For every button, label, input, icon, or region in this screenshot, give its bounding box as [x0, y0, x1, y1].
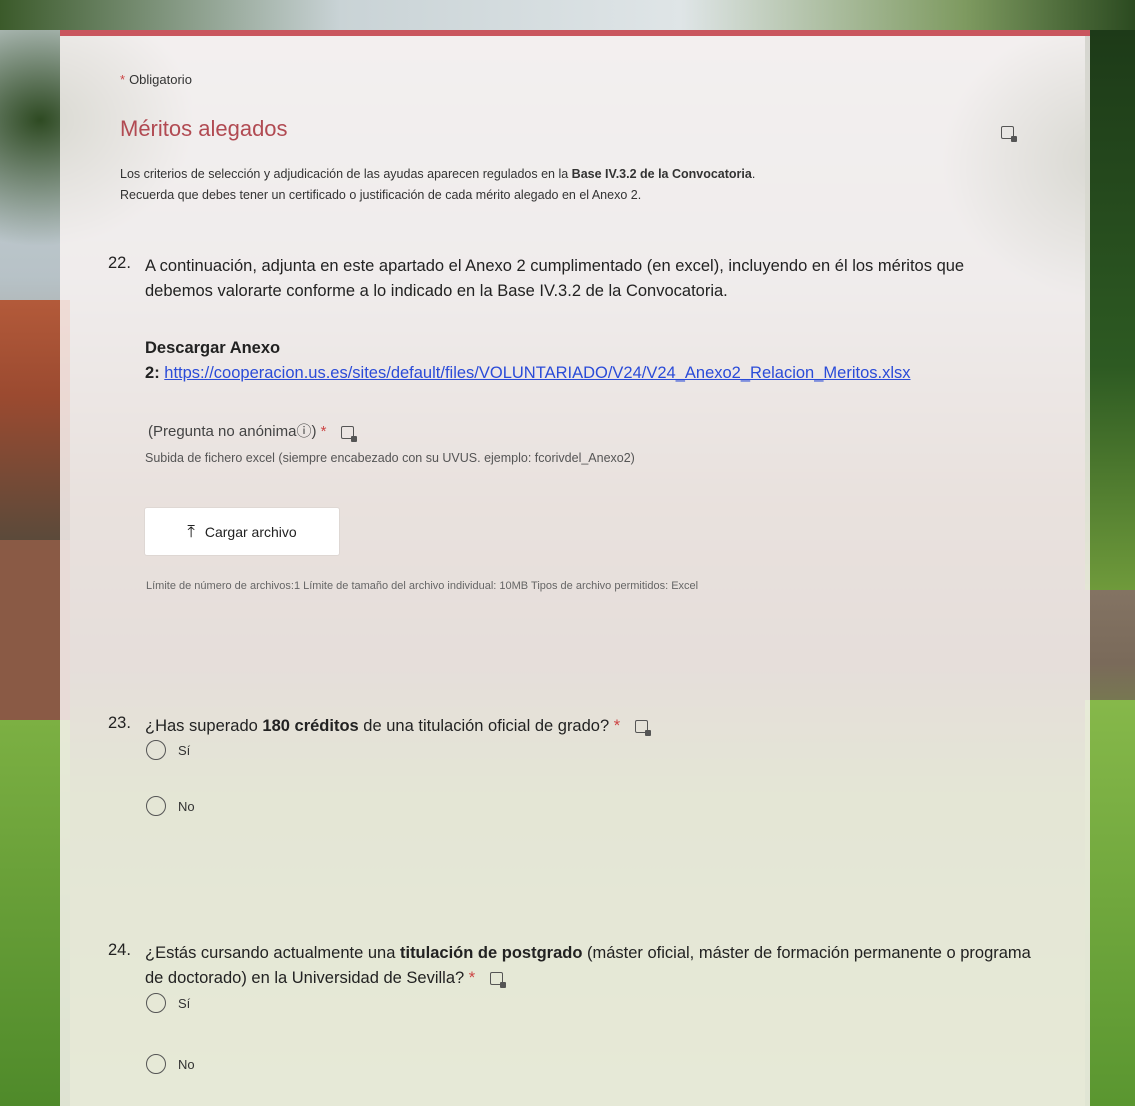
option-q23-no[interactable]: No	[146, 796, 195, 816]
desc-line2: Recuerda que debes tener un certificado …	[120, 188, 642, 202]
option-label: No	[178, 1056, 195, 1072]
q24-text-start: ¿Estás cursando actualmente una	[145, 944, 400, 962]
option-q24-si[interactable]: Sí	[146, 993, 190, 1013]
immersive-reader-icon-24[interactable]	[489, 972, 506, 989]
download-prefix: 2	[145, 364, 155, 382]
radio-button[interactable]	[146, 993, 166, 1013]
radio-button[interactable]	[146, 740, 166, 760]
required-star-23: *	[613, 717, 621, 735]
background-tree	[1085, 30, 1135, 590]
desc-bold: Base IV.3.2 de la Convocatoria	[571, 167, 752, 181]
form-card: * Obligatorio Méritos alegados Los criter…	[60, 30, 1090, 1106]
q24-text-bold: titulación de postgrado	[399, 944, 583, 962]
option-label: Sí	[178, 995, 191, 1011]
question-number-23: 23.	[108, 714, 131, 732]
upload-limits: Límite de número de archivos:1 Límite de…	[146, 580, 699, 592]
radio-button[interactable]	[146, 796, 166, 816]
download-block: Descargar Anexo 2: https://cooperacion.u…	[145, 339, 911, 382]
download-label: Descargar Anexo	[145, 339, 281, 357]
desc-text: Los criterios de selección y adjudicació…	[120, 167, 572, 181]
q23-text-bold: 180 créditos	[262, 717, 359, 735]
anonymity-note: (Pregunta no anónimaⓘ) *	[148, 420, 357, 442]
upload-button-label: Cargar archivo	[204, 523, 297, 540]
desc-text-end: .	[751, 167, 756, 181]
required-star-24: *	[468, 969, 476, 987]
required-star-22: *	[320, 423, 327, 440]
background-sky	[0, 0, 1135, 30]
upload-icon: ⤒	[187, 522, 195, 541]
upload-file-button[interactable]: ⤒ Cargar archivo	[145, 508, 339, 555]
option-q23-si[interactable]: Sí	[146, 740, 190, 760]
question-text-23: ¿Has superado 180 créditos de una titula…	[145, 714, 651, 739]
immersive-reader-icon-22[interactable]	[340, 425, 357, 442]
required-note-text: Obligatorio	[129, 72, 192, 87]
option-label: Sí	[178, 742, 191, 758]
anon-close: )	[311, 423, 317, 440]
option-label: No	[178, 798, 195, 814]
q23-text-end: de una titulación oficial de grado?	[358, 717, 610, 735]
anon-label: (Pregunta no anónima	[148, 423, 297, 440]
required-note: * Obligatorio	[120, 72, 192, 87]
background-grass-right	[1085, 700, 1135, 1106]
question-number-22: 22.	[108, 254, 131, 272]
info-icon[interactable]: ⓘ	[296, 423, 311, 440]
radio-button[interactable]	[146, 1054, 166, 1074]
option-q24-no[interactable]: No	[146, 1054, 195, 1074]
question-number-24: 24.	[108, 941, 131, 959]
upload-hint: Subida de fichero excel (siempre encabez…	[145, 451, 635, 465]
section-title: Méritos alegados	[120, 116, 288, 141]
required-star: *	[120, 72, 126, 87]
section-description: Los criterios de selección y adjudicació…	[120, 164, 1020, 206]
immersive-reader-icon-23[interactable]	[634, 720, 651, 737]
question-text-22: A continuación, adjunta en este apartado…	[145, 257, 965, 300]
immersive-reader-icon[interactable]	[1001, 126, 1017, 142]
download-link[interactable]: https://cooperacion.us.es/sites/default/…	[164, 364, 910, 382]
question-text-24: ¿Estás cursando actualmente una titulaci…	[145, 941, 1045, 991]
q23-text-start: ¿Has superado	[145, 717, 263, 735]
